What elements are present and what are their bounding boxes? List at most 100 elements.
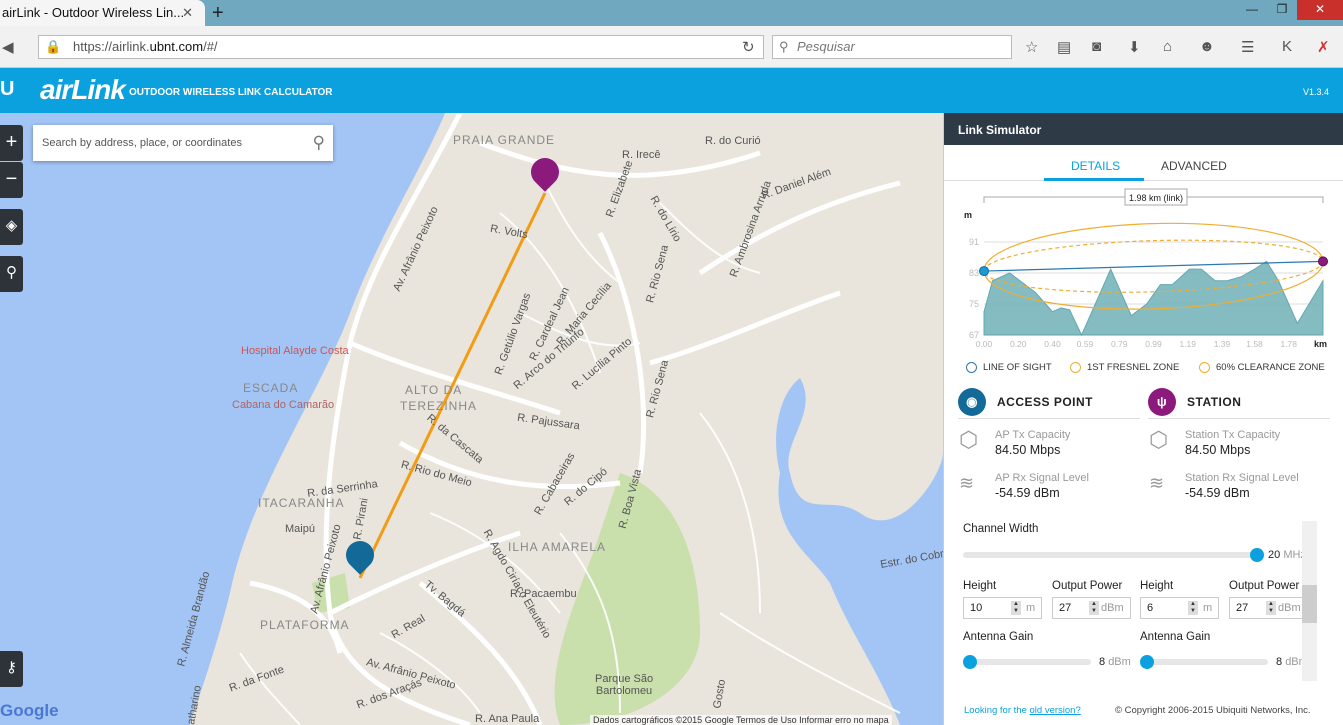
browser-search-input[interactable]: ⚲ Pesquisar (772, 35, 1012, 59)
copyright: © Copyright 2006-2015 Ubiquiti Networks,… (1115, 705, 1311, 716)
tab-title: airLink - Outdoor Wireless Lin... (2, 5, 185, 20)
box-icon: ⬡ (959, 427, 979, 452)
stepper-icon: ▲ ▼ (1089, 601, 1099, 615)
ap-gain-knob[interactable] (963, 655, 977, 669)
channel-width-knob[interactable] (1250, 548, 1264, 562)
legend-clearance: 60% CLEARANCE ZONE (1199, 362, 1325, 373)
window-controls: — ❐ ✕ (1237, 0, 1343, 20)
layers-icon[interactable]: ◈ (0, 209, 23, 245)
link-distance-label: 1.98 km (link) (1129, 193, 1183, 203)
st-height-input[interactable]: 6 ▲ ▼ m (1140, 597, 1219, 619)
key-icon[interactable]: ⚷ (0, 651, 23, 687)
st-power-input[interactable]: 27 ▲ ▼ dBm (1229, 597, 1308, 619)
y-tick-label: 75 (969, 299, 979, 309)
ap-tx-capacity: AP Tx Capacity 84.50 Mbps (995, 429, 1071, 457)
back-icon[interactable]: ◀ (2, 38, 14, 56)
bookmark-star-icon[interactable]: ☆ (1025, 38, 1038, 56)
zoom-out-button[interactable]: − (0, 162, 23, 198)
locations-icon[interactable]: ⚲ (0, 256, 23, 292)
x-tick-label: 0.20 (1010, 339, 1027, 349)
ap-gain-slider[interactable] (963, 659, 1091, 665)
browser-tab-bar: airLink - Outdoor Wireless Lin... ✕ + — ❐ ✕ (0, 0, 1343, 26)
map-canvas (0, 113, 943, 725)
st-height-label: Height (1140, 580, 1174, 592)
station-header: ψ STATION (1148, 385, 1330, 419)
reading-list-icon[interactable]: ▤ (1057, 38, 1071, 56)
extension-icon[interactable]: K (1282, 38, 1292, 55)
menu-icon[interactable]: ☰ (1241, 38, 1254, 56)
antenna-icon: ψ (1148, 387, 1176, 416)
tab-details[interactable]: DETAILS (1071, 159, 1120, 173)
x-tick-label: 0.00 (976, 339, 993, 349)
search-icon[interactable]: ⚲ (313, 125, 325, 161)
y-tick-label: 91 (969, 237, 979, 247)
restore-icon[interactable]: ❐ (1267, 0, 1297, 20)
url-prefix: https://airlink. (73, 39, 150, 54)
ap-height-label: Height (963, 580, 997, 592)
ap-power-input[interactable]: 27 ▲ ▼ dBm (1052, 597, 1131, 619)
url-domain: ubnt.com (149, 39, 204, 54)
signal-icon: ≋ (959, 473, 975, 493)
station-rx-signal: Station Rx Signal Level -54.59 dBm (1185, 472, 1299, 500)
signal-icon: ≋ (1149, 473, 1165, 493)
stepper-icon: ▲ ▼ (1266, 601, 1276, 615)
channel-width-value: 20 MHz (1268, 549, 1306, 561)
ap-power-label: Output Power (1052, 580, 1123, 592)
chat-icon[interactable]: ☻ (1199, 38, 1215, 55)
st-gain-label: Antenna Gain (1140, 631, 1211, 643)
stepper-icon: ▲ ▼ (1011, 601, 1021, 615)
x-tick-label: 0.40 (1044, 339, 1061, 349)
url-suffix: /#/ (203, 39, 218, 54)
app-header: U airLink OUTDOOR WIRELESS LINK CALCULAT… (0, 68, 1343, 113)
elevation-profile-chart: 1.98 km (link)mkm918375670.00 0.20 0.40 0.5… (964, 188, 1328, 349)
link-simulator-panel: Link Simulator DETAILS ADVANCED 1.98 km … (943, 113, 1343, 725)
ap-height-input[interactable]: 10 ▲ ▼ m (963, 597, 1042, 619)
google-logo: Google (0, 701, 59, 720)
channel-width-slider[interactable] (963, 552, 1259, 558)
minimize-icon[interactable]: — (1237, 0, 1267, 20)
close-window-icon[interactable]: ✕ (1297, 0, 1343, 20)
ubnt-logo-icon: U (0, 78, 15, 100)
old-version-link[interactable]: old version? (1030, 705, 1081, 716)
x-tick-label: 0.99 (1145, 339, 1162, 349)
search-icon: ⚲ (779, 39, 789, 54)
st-gain-knob[interactable] (1140, 655, 1154, 669)
scrollbar-thumb[interactable] (1302, 585, 1317, 623)
y-tick-label: 83 (969, 268, 979, 278)
panel-title: Link Simulator (944, 113, 1343, 145)
url-bar[interactable]: 🔒 https://airlink.ubnt.com/#/ (38, 35, 764, 59)
station-dot (1318, 256, 1328, 267)
browser-nav-bar: ◀ 🔒 https://airlink.ubnt.com/#/ ↻ ⚲ Pesqu… (0, 26, 1343, 68)
station-tx-capacity: Station Tx Capacity 84.50 Mbps (1185, 429, 1281, 457)
search-placeholder: Pesquisar (797, 39, 855, 54)
tab-advanced[interactable]: ADVANCED (1161, 159, 1227, 173)
legend-line-of-sight: LINE OF SIGHT (966, 362, 1052, 373)
map-search-input[interactable]: Search by address, place, or coordinates… (33, 125, 333, 161)
wifi-icon: ◉ (958, 387, 986, 416)
reload-icon[interactable]: ↻ (742, 38, 755, 56)
st-gain-slider[interactable] (1140, 659, 1268, 665)
x-tick-label: 1.19 (1179, 339, 1196, 349)
box-icon: ⬡ (1149, 427, 1169, 452)
x-tick-label: 1.78 (1280, 339, 1297, 349)
browser-tab[interactable]: airLink - Outdoor Wireless Lin... ✕ (0, 0, 205, 26)
channel-width-label: Channel Width (963, 523, 1039, 535)
footer-link-text: Looking for the old version? (964, 705, 1081, 716)
map-attribution[interactable]: Dados cartográficos ©2015 Google Termos … (590, 715, 892, 725)
map-search-placeholder: Search by address, place, or coordinates (42, 137, 242, 149)
download-icon[interactable]: ⬇ (1128, 38, 1141, 56)
extension2-icon[interactable]: ✗ (1317, 38, 1330, 56)
app-subtitle: OUTDOOR WIRELESS LINK CALCULATOR (120, 87, 333, 98)
x-tick-label: 0.59 (1077, 339, 1094, 349)
close-tab-icon[interactable]: ✕ (182, 0, 193, 26)
pocket-icon[interactable]: ◙ (1092, 38, 1101, 55)
x-tick-label: 1.58 (1246, 339, 1263, 349)
map[interactable]: PRAIA GRANDE R. do Curió R. Irecê R. Dan… (0, 113, 943, 725)
home-icon[interactable]: ⌂ (1163, 38, 1172, 55)
access-point-dot (979, 266, 989, 277)
zoom-in-button[interactable]: + (0, 125, 23, 161)
new-tab-button[interactable]: + (212, 0, 224, 26)
ap-gain-label: Antenna Gain (963, 631, 1034, 643)
legend-fresnel: 1ST FRESNEL ZONE (1070, 362, 1179, 373)
ap-gain-value: 8 dBm (1099, 656, 1131, 668)
